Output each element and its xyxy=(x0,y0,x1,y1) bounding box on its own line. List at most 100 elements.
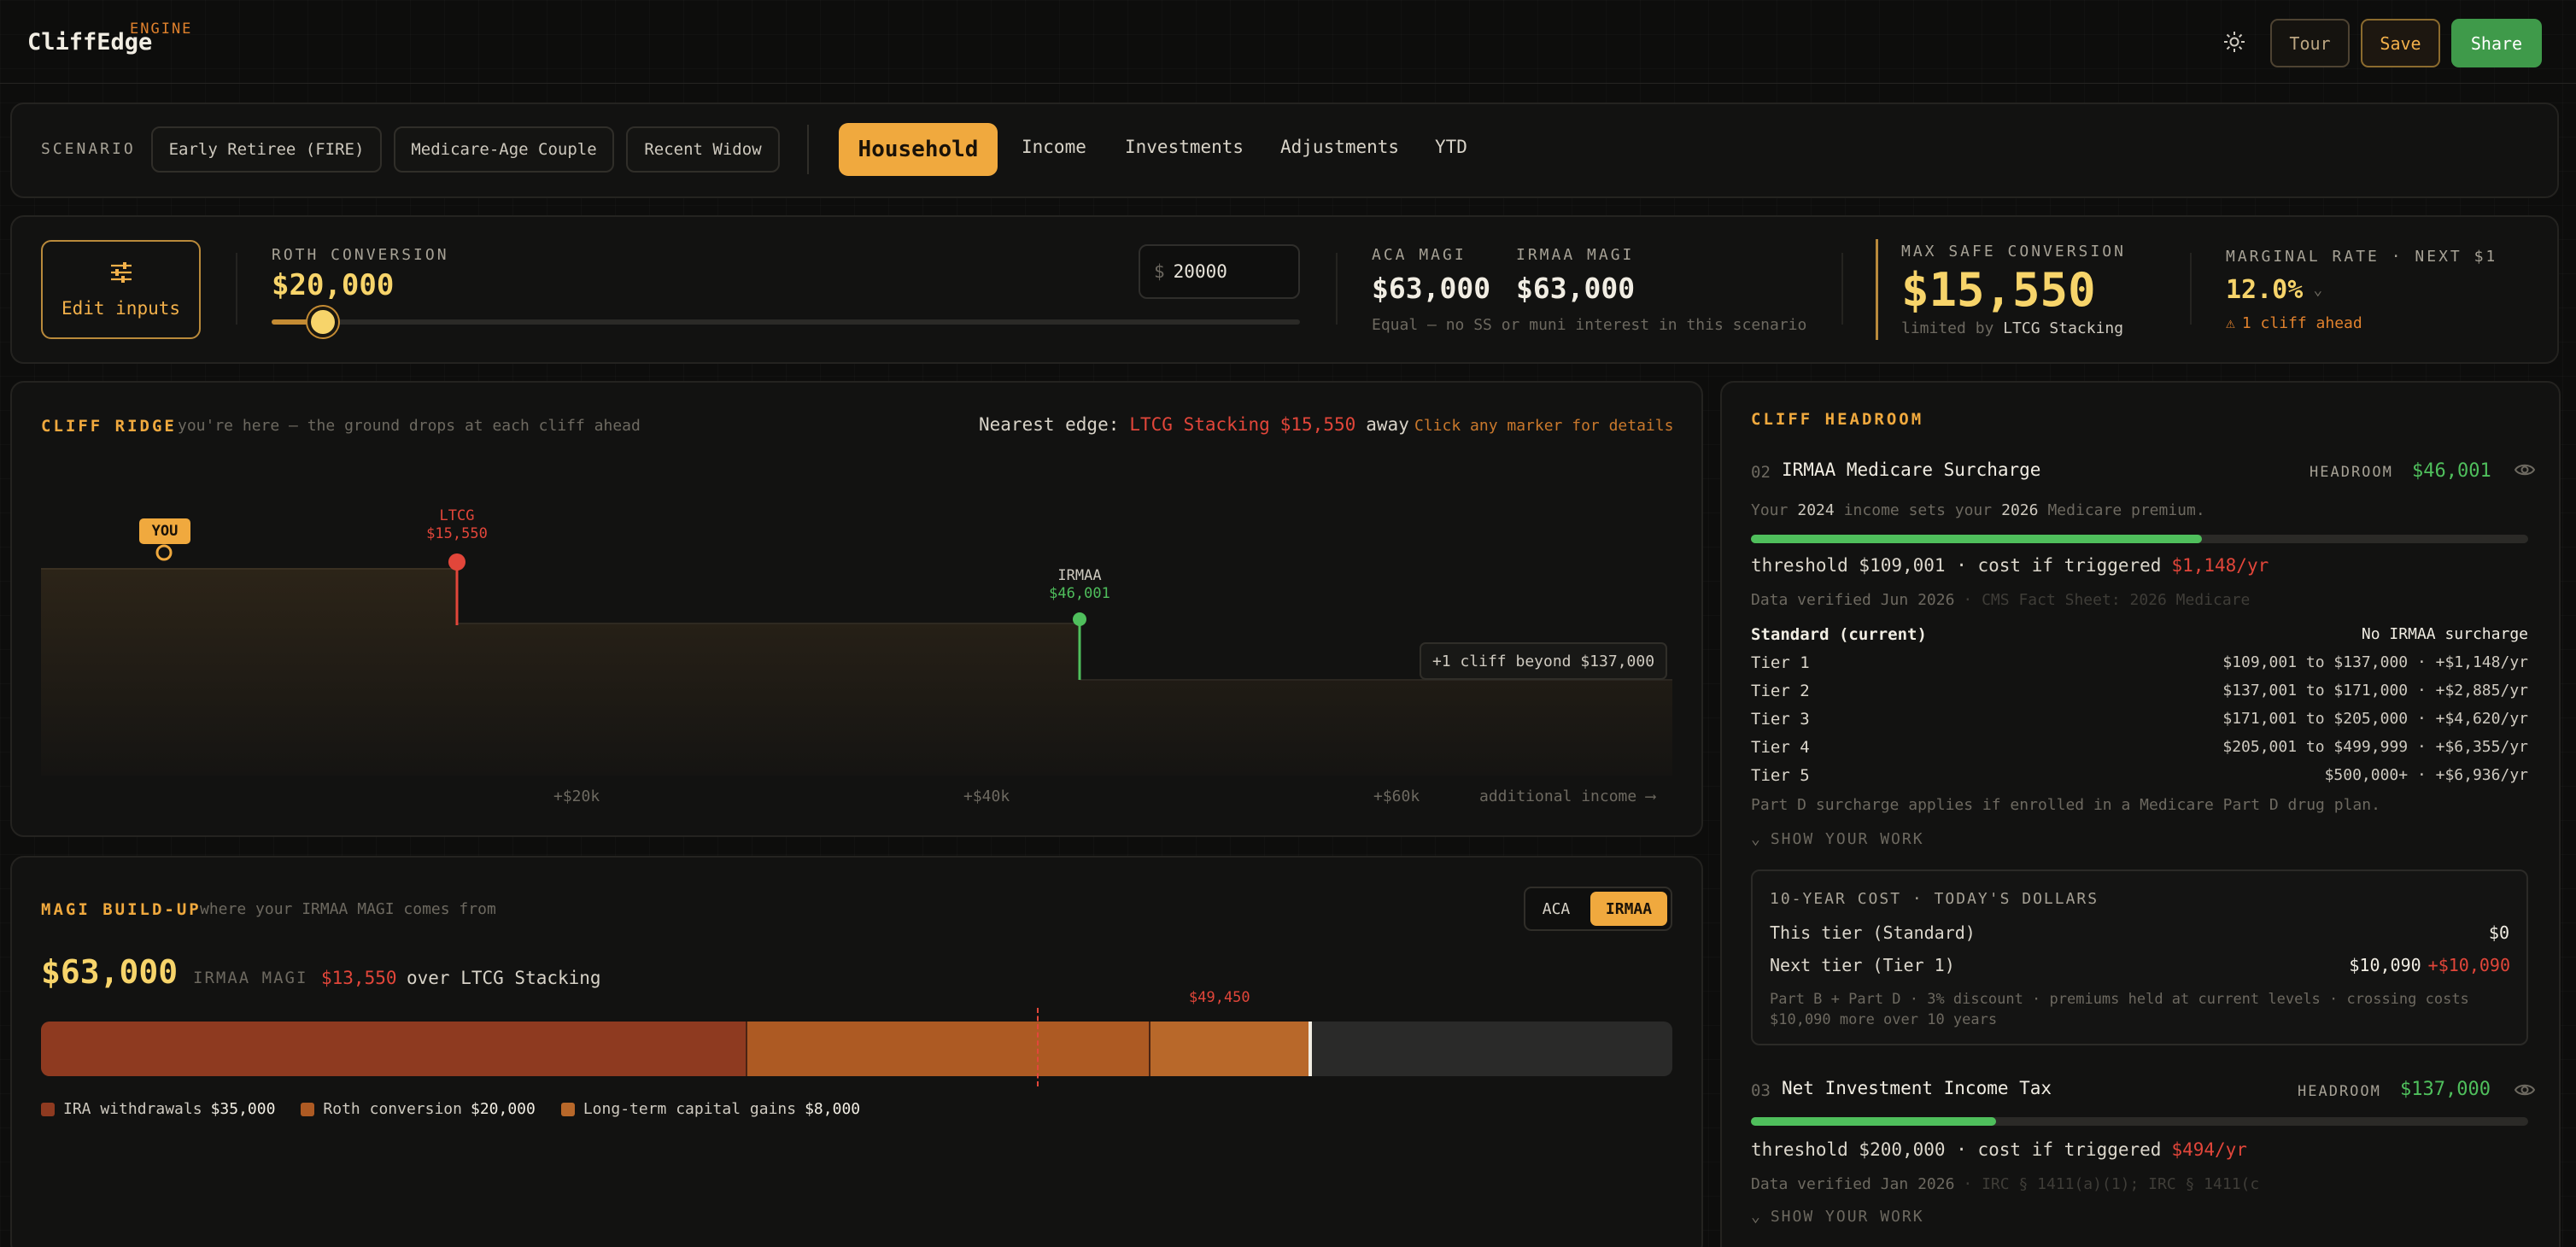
tab-income[interactable]: Income xyxy=(1022,137,1086,157)
magi-buildup-subtitle: where your IRMAA MAGI comes from xyxy=(200,900,496,918)
scenario-chip-medicare-couple[interactable]: Medicare-Age Couple xyxy=(394,126,614,173)
cliff-headroom-title: CLIFF HEADROOM xyxy=(1751,410,1924,429)
nearest-edge-amount: $15,550 xyxy=(1279,414,1356,435)
legend-amount: $20,000 xyxy=(470,1100,536,1118)
niit-threshold: threshold $200,000 · cost if triggered $… xyxy=(1751,1139,2247,1160)
magi-total: $63,000 xyxy=(41,953,179,991)
legend-item: Roth conversion $20,000 xyxy=(301,1100,536,1118)
niit-headroom-fill xyxy=(1751,1117,1996,1126)
note-text: income sets your xyxy=(1843,501,1993,519)
sliders-icon xyxy=(109,261,133,288)
max-safe-accent-bar xyxy=(1876,239,1878,340)
data-verified: Data verified Jun 2026 · CMS Fact Sheet:… xyxy=(1751,591,2250,609)
chevron-down-icon: ⌄ xyxy=(1751,1208,1762,1226)
irmaa-cliff-marker[interactable] xyxy=(1073,612,1086,626)
tier-name: Standard (current) xyxy=(1751,625,1927,644)
share-button[interactable]: Share xyxy=(2451,19,2542,67)
legend-amount: $8,000 xyxy=(805,1100,861,1118)
edit-inputs-button[interactable]: Edit inputs xyxy=(41,240,201,339)
divider xyxy=(236,253,237,325)
cliff-ridge-subtitle: you're here — the ground drops at each c… xyxy=(178,417,641,435)
sun-icon[interactable] xyxy=(2221,31,2248,58)
scenario-chip-fire[interactable]: Early Retiree (FIRE) xyxy=(151,126,382,173)
aca-magi-label: ACA MAGI xyxy=(1372,246,1467,264)
edit-inputs-label: Edit inputs xyxy=(61,297,181,319)
magi-over-amount: $13,550 xyxy=(321,968,397,988)
verified-source: · IRC § 1411(a)(1); IRC § 1411(c xyxy=(1963,1175,2260,1193)
tab-household[interactable]: Household xyxy=(839,123,998,176)
part-d-note: Part D surcharge applies if enrolled in … xyxy=(1751,796,2380,814)
tab-investments[interactable]: Investments xyxy=(1125,137,1244,157)
click-marker-hint: Click any marker for details xyxy=(1414,417,1674,435)
scenario-chip-recent-widow[interactable]: Recent Widow xyxy=(626,126,780,173)
note-text: Medicare premium. xyxy=(2047,501,2205,519)
toggle-irmaa[interactable]: IRMAA xyxy=(1590,892,1667,926)
verified-date: Data verified Jan 2026 xyxy=(1751,1175,1955,1193)
max-safe-value: $15,550 xyxy=(1901,263,2096,317)
currency-symbol: $ xyxy=(1154,261,1165,282)
x-tick-label: +$20k xyxy=(553,787,600,805)
work-footnote-line: $10,090 more over 10 years xyxy=(1770,1011,1998,1028)
ltcg-marker-label[interactable]: LTCG $15,550 xyxy=(406,507,508,543)
threshold-line xyxy=(1037,1008,1039,1086)
top-bar xyxy=(0,0,2576,84)
note-year: 2026 xyxy=(2001,501,2039,519)
ltcg-cliff-marker[interactable] xyxy=(448,553,465,571)
irmaa-threshold: threshold $109,001 · cost if triggered $… xyxy=(1751,555,2269,576)
magi-legend: IRA withdrawals $35,000 Roth conversion … xyxy=(41,1100,860,1118)
legend-name: IRA withdrawals xyxy=(63,1100,202,1118)
x-axis-label: additional income ⟶ xyxy=(1479,787,1655,805)
divider xyxy=(807,125,809,174)
work-title: 10-YEAR COST · TODAY'S DOLLARS xyxy=(1770,890,2099,908)
max-safe-label: MAX SAFE CONVERSION xyxy=(1901,243,2126,261)
limited-by-prefix: limited by xyxy=(1901,319,1994,337)
roth-slider-thumb[interactable] xyxy=(307,307,338,337)
ltcg-amount: $15,550 xyxy=(426,525,488,542)
segment-ira-withdrawals[interactable] xyxy=(41,1022,746,1076)
you-badge: YOU xyxy=(139,518,190,544)
legend-swatch xyxy=(41,1102,55,1116)
x-tick-label: +$40k xyxy=(963,787,1010,805)
limited-by-value: LTCG Stacking xyxy=(2003,319,2124,337)
tour-button[interactable]: Tour xyxy=(2270,19,2350,67)
save-button[interactable]: Save xyxy=(2361,19,2440,67)
cliff-number: 02 xyxy=(1751,463,1771,482)
irmaa-marker-label[interactable]: IRMAA $46,001 xyxy=(1028,567,1131,603)
marginal-rate-dropdown[interactable]: 12.0% ⌄ xyxy=(2226,275,2322,305)
irmaa-magi-value: $63,000 xyxy=(1516,272,1636,305)
roth-slider-track[interactable] xyxy=(272,319,1300,325)
tab-ytd[interactable]: YTD xyxy=(1435,137,1467,157)
threshold-cost: $1,148/yr xyxy=(2171,555,2269,576)
tier-row: Tier 4 $205,001 to $499,999 · +$6,355/yr xyxy=(1751,738,2528,757)
irmaa-headroom-bar xyxy=(1751,535,2528,543)
chevron-down-icon: ⌄ xyxy=(1751,830,1762,848)
roth-amount-value: 20000 xyxy=(1173,261,1227,282)
tier-row: Tier 5 $500,000+ · +$6,936/yr xyxy=(1751,766,2528,785)
roth-amount-input[interactable]: $ 20000 xyxy=(1139,244,1300,299)
segment-long-term-capital-gains[interactable] xyxy=(1149,1022,1310,1076)
divider xyxy=(1841,253,1843,325)
beyond-cliff-badge[interactable]: +1 cliff beyond $137,000 xyxy=(1420,642,1667,680)
segment-roth-conversion[interactable] xyxy=(746,1022,1149,1076)
show-your-work-toggle[interactable]: ⌄ SHOW YOUR WORK xyxy=(1751,830,1924,848)
this-tier-label: This tier (Standard) xyxy=(1770,922,1976,943)
tier-desc: No IRMAA surcharge xyxy=(2361,625,2528,643)
toggle-aca[interactable]: ACA xyxy=(1529,892,1584,926)
eye-icon[interactable] xyxy=(2514,1081,2536,1103)
magi-buildup-title: MAGI BUILD-UP xyxy=(41,900,202,919)
eye-icon[interactable] xyxy=(2514,461,2536,483)
tier-desc: $137,001 to $171,000 · +$2,885/yr xyxy=(2222,682,2528,700)
magi-total-marker xyxy=(1308,1022,1312,1076)
verified-source: · CMS Fact Sheet: 2026 Medicare xyxy=(1963,591,2251,609)
chevron-down-icon: ⌄ xyxy=(2313,281,2323,299)
tier-name: Tier 2 xyxy=(1751,682,1810,700)
show-your-work-toggle[interactable]: ⌄ SHOW YOUR WORK xyxy=(1751,1208,1924,1226)
cliff-ahead-warning: ⚠ 1 cliff ahead xyxy=(2226,314,2362,332)
tab-adjustments[interactable]: Adjustments xyxy=(1280,137,1399,157)
warning-icon: ⚠ xyxy=(2226,314,2235,332)
cliff-ahead-text: 1 cliff ahead xyxy=(2241,314,2362,332)
next-tier-label: Next tier (Tier 1) xyxy=(1770,955,1955,975)
threshold-text: threshold $109,001 · cost if triggered xyxy=(1751,555,2162,576)
headroom-label: HEADROOM xyxy=(2310,464,2393,481)
nearest-edge-name: LTCG Stacking xyxy=(1129,414,1270,435)
